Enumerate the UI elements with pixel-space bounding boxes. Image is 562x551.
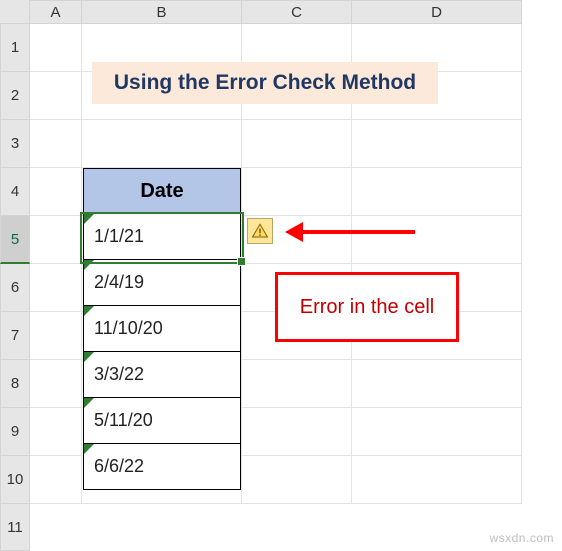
cell-c9[interactable] [242,408,352,456]
date-value: 1/1/21 [94,226,144,247]
annotation-arrow [285,224,415,240]
cell-a5[interactable] [30,216,82,264]
row-head-2[interactable]: 2 [0,72,30,120]
cell-d4[interactable] [352,168,522,216]
cell-c3[interactable] [242,120,352,168]
date-value: 3/3/22 [94,364,144,385]
watermark: wsxdn.com [489,531,554,545]
cell-c8[interactable] [242,360,352,408]
warning-triangle-icon [251,222,269,240]
row-head-5[interactable]: 5 [0,216,30,264]
cell-d10[interactable] [352,456,522,504]
cell-d8[interactable] [352,360,522,408]
date-value: 5/11/20 [94,410,153,431]
cell-d9[interactable] [352,408,522,456]
date-cell-1[interactable]: 1/1/21 [83,214,241,260]
row-head-4[interactable]: 4 [0,168,30,216]
cell-b3[interactable] [82,120,242,168]
cell-a2[interactable] [30,72,82,120]
col-head-b[interactable]: B [82,0,242,24]
arrow-shaft [303,230,415,234]
row-head-10[interactable]: 10 [0,456,30,504]
cell-a9[interactable] [30,408,82,456]
date-table: Date 1/1/21 2/4/19 11/10/20 3/3/22 5/11/… [83,168,241,490]
cell-a3[interactable] [30,120,82,168]
col-head-a[interactable]: A [30,0,82,24]
select-all-corner[interactable] [0,0,30,24]
date-value: 11/10/20 [94,318,163,339]
error-check-button[interactable] [247,218,273,244]
error-marker-icon [84,306,94,316]
row-head-3[interactable]: 3 [0,120,30,168]
annotation-callout: Error in the cell [275,272,459,342]
error-marker-icon [84,214,94,224]
arrow-left-icon [285,222,303,242]
cell-a8[interactable] [30,360,82,408]
date-value: 6/6/22 [94,456,144,477]
row-head-6[interactable]: 6 [0,264,30,312]
date-cell-4[interactable]: 3/3/22 [83,352,241,398]
row-head-1[interactable]: 1 [0,24,30,72]
cell-c4[interactable] [242,168,352,216]
title-banner: Using the Error Check Method [92,62,438,104]
cell-a6[interactable] [30,264,82,312]
date-cell-5[interactable]: 5/11/20 [83,398,241,444]
col-head-d[interactable]: D [352,0,522,24]
date-cell-6[interactable]: 6/6/22 [83,444,241,490]
cell-a4[interactable] [30,168,82,216]
row-head-8[interactable]: 8 [0,360,30,408]
row-head-9[interactable]: 9 [0,408,30,456]
date-header: Date [83,168,241,214]
cell-d3[interactable] [352,120,522,168]
error-marker-icon [84,398,94,408]
cell-c10[interactable] [242,456,352,504]
cell-a10[interactable] [30,456,82,504]
col-head-c[interactable]: C [242,0,352,24]
row-head-7[interactable]: 7 [0,312,30,360]
date-cell-3[interactable]: 11/10/20 [83,306,241,352]
cell-a7[interactable] [30,312,82,360]
error-marker-icon [84,352,94,362]
date-value: 2/4/19 [94,272,144,293]
error-marker-icon [84,260,94,270]
error-marker-icon [84,444,94,454]
cell-a1[interactable] [30,24,82,72]
row-head-11[interactable]: 11 [0,504,30,551]
date-cell-2[interactable]: 2/4/19 [83,260,241,306]
